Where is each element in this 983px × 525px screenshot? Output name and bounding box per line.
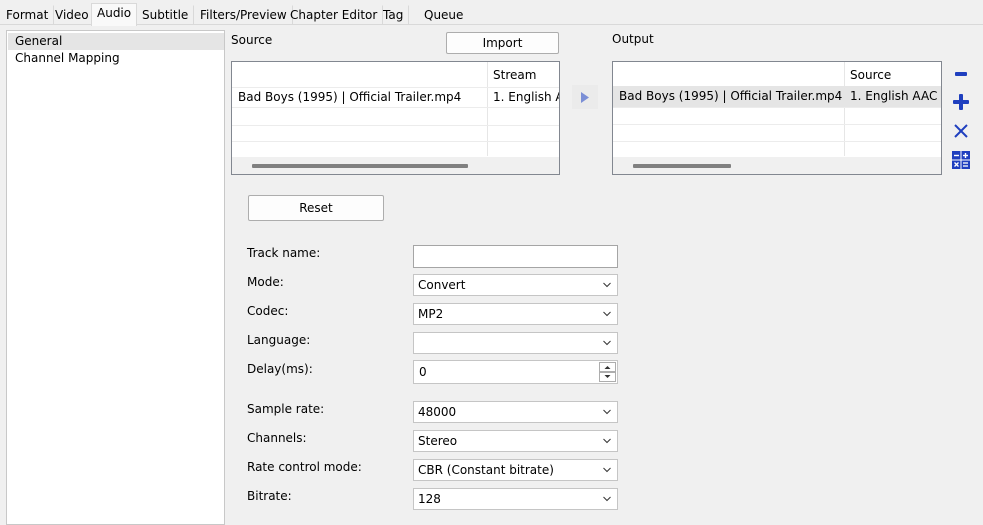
import-button[interactable]: Import: [446, 32, 559, 54]
right-arrow-icon: [581, 91, 589, 103]
mode-select[interactable]: Convert: [413, 274, 618, 296]
language-select[interactable]: [413, 332, 618, 354]
tab-format[interactable]: Format: [0, 5, 55, 25]
rate-control-label: Rate control mode:: [247, 460, 362, 474]
source-horizontal-scrollbar[interactable]: [232, 157, 559, 174]
language-label: Language:: [247, 333, 311, 347]
rate-control-value: CBR (Constant bitrate): [418, 463, 554, 477]
sample-rate-select[interactable]: 48000: [413, 401, 618, 423]
channels-label: Channels:: [247, 431, 307, 445]
output-row-source[interactable]: 1. English AAC 1: [844, 86, 941, 106]
chevron-down-icon: [603, 438, 611, 444]
sidebar-item-channel-mapping[interactable]: Channel Mapping: [8, 50, 224, 67]
chevron-up-icon: [604, 366, 611, 369]
chevron-down-icon: [603, 311, 611, 317]
source-column-stream[interactable]: Stream: [488, 62, 536, 87]
delay-spinbox[interactable]: 0: [413, 360, 618, 384]
source-scroll-thumb[interactable]: [252, 164, 468, 168]
mode-value: Convert: [418, 278, 466, 292]
tab-queue[interactable]: Queue: [418, 5, 469, 25]
sidebar: General Channel Mapping: [6, 30, 225, 525]
output-column-source[interactable]: Source: [845, 62, 891, 87]
delay-decrement-button[interactable]: [599, 372, 616, 382]
channels-value: Stereo: [418, 434, 458, 448]
add-track-button[interactable]: [949, 90, 973, 114]
rate-control-select[interactable]: CBR (Constant bitrate): [413, 459, 618, 481]
tab-filters-preview[interactable]: Filters/Preview: [194, 5, 293, 25]
bitrate-select[interactable]: 128: [413, 488, 618, 510]
codec-value: MP2: [418, 307, 444, 321]
minus-icon: [955, 72, 967, 76]
bitrate-label: Bitrate:: [247, 489, 292, 503]
tab-bar: Format Video Audio Subtitle Filters/Prev…: [0, 0, 983, 26]
chevron-down-icon: [604, 375, 611, 378]
output-label: Output: [612, 32, 654, 46]
sidebar-item-general[interactable]: General: [8, 33, 224, 50]
bitrate-value: 128: [418, 492, 441, 506]
tab-subtitle[interactable]: Subtitle: [136, 5, 195, 25]
plus-icon: [953, 94, 969, 110]
output-scroll-thumb[interactable]: [633, 164, 731, 168]
source-row-file[interactable]: Bad Boys (1995) | Official Trailer.mp4: [232, 87, 487, 107]
delay-increment-button[interactable]: [599, 362, 616, 372]
remove-track-button[interactable]: [949, 62, 973, 86]
source-label: Source: [231, 33, 273, 47]
chevron-down-icon: [603, 409, 611, 415]
track-name-label: Track name:: [247, 246, 321, 260]
reset-button[interactable]: Reset: [248, 195, 384, 221]
track-name-input[interactable]: [413, 245, 618, 268]
tab-audio[interactable]: Audio: [91, 3, 138, 26]
chevron-down-icon: [603, 496, 611, 502]
close-icon: [954, 124, 968, 138]
chevron-down-icon: [603, 282, 611, 288]
output-horizontal-scrollbar[interactable]: [613, 157, 941, 174]
delay-value[interactable]: 0: [419, 365, 427, 379]
calculator-icon: [952, 151, 970, 169]
delay-label: Delay(ms):: [247, 362, 313, 376]
output-track-table[interactable]: Source Bad Boys (1995) | Official Traile…: [612, 61, 942, 175]
mode-label: Mode:: [247, 275, 284, 289]
transfer-button[interactable]: [572, 85, 598, 109]
chevron-down-icon: [603, 340, 611, 346]
output-row-file[interactable]: Bad Boys (1995) | Official Trailer.mp4: [613, 86, 844, 106]
chevron-down-icon: [603, 467, 611, 473]
source-row-stream[interactable]: 1. English A...: [487, 87, 559, 107]
calculator-button[interactable]: [949, 148, 973, 172]
tab-video[interactable]: Video: [49, 5, 95, 25]
channels-select[interactable]: Stereo: [413, 430, 618, 452]
codec-label: Codec:: [247, 304, 289, 318]
codec-select[interactable]: MP2: [413, 303, 618, 325]
sample-rate-value: 48000: [418, 405, 457, 419]
delete-track-button[interactable]: [949, 119, 973, 143]
tab-tag[interactable]: Tag: [377, 5, 410, 25]
tab-chapter-editor[interactable]: Chapter Editor: [284, 5, 384, 25]
source-track-table[interactable]: Stream Bad Boys (1995) | Official Traile…: [231, 61, 560, 175]
sample-rate-label: Sample rate:: [247, 402, 325, 416]
